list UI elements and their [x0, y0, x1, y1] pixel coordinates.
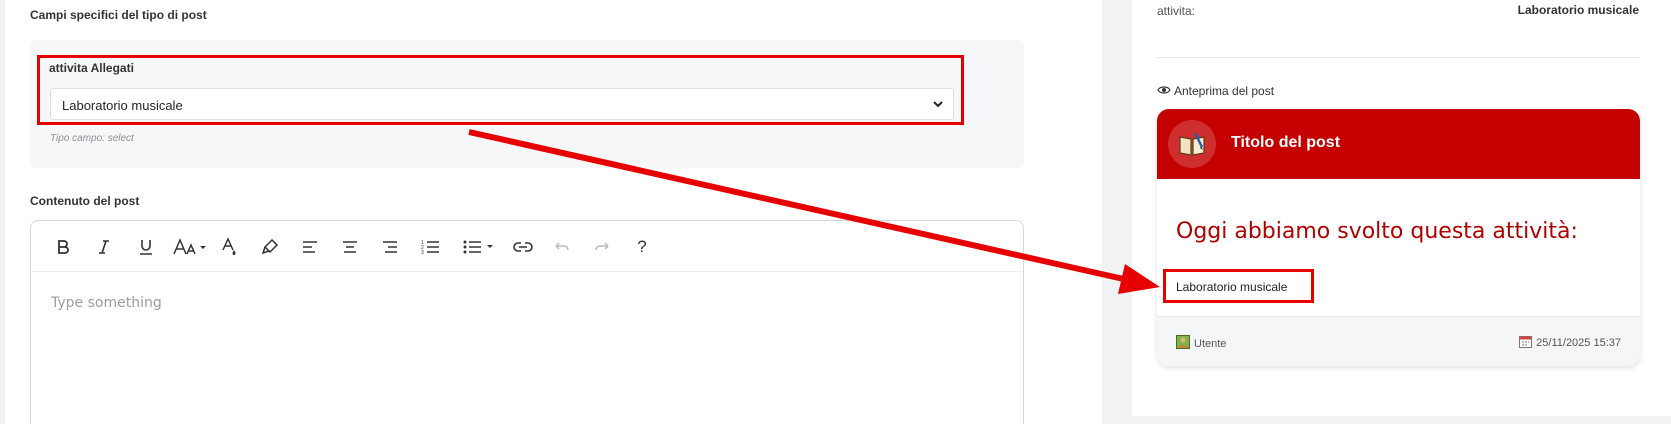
ordered-list-icon[interactable]: 123: [416, 233, 444, 261]
editor-placeholder[interactable]: Type something: [51, 295, 162, 311]
font-size-icon[interactable]: [171, 233, 211, 261]
info-value: Laboratorio musicale: [1517, 3, 1639, 17]
preview-label-text: Anteprima del post: [1174, 84, 1275, 98]
select-highlight-box: [37, 55, 964, 125]
help-icon[interactable]: ?: [628, 233, 656, 261]
align-left-icon[interactable]: [296, 233, 324, 261]
underline-icon[interactable]: [132, 233, 160, 261]
footer-user: Utente: [1176, 335, 1226, 352]
editor-toolbar: 123 ?: [31, 221, 1023, 272]
book-icon: [1168, 120, 1216, 168]
align-center-icon[interactable]: [336, 233, 364, 261]
footer-date: 25/11/2025 15:37: [1519, 335, 1621, 351]
card-heading: Oggi abbiamo svolto questa attività:: [1176, 219, 1578, 244]
card-header: Titolo del post: [1157, 109, 1640, 179]
align-right-icon[interactable]: [376, 233, 404, 261]
italic-icon[interactable]: [90, 233, 118, 261]
card-title: Titolo del post: [1231, 134, 1341, 151]
text-color-icon[interactable]: [216, 233, 244, 261]
eye-icon: [1157, 84, 1171, 98]
user-name: Utente: [1194, 337, 1227, 350]
card-footer: Utente 25/11/2025 15:37: [1157, 316, 1640, 366]
undo-icon[interactable]: [548, 233, 576, 261]
link-icon[interactable]: [509, 233, 537, 261]
unordered-list-icon[interactable]: [461, 233, 497, 261]
highlight-icon[interactable]: [256, 233, 284, 261]
output-highlight-box: [1163, 269, 1314, 303]
content-title: Contenuto del post: [30, 194, 140, 208]
rich-text-editor: 123 ? Type something: [30, 220, 1024, 424]
post-date: 25/11/2025 15:37: [1536, 337, 1621, 349]
section-title: Campi specifici del tipo di post: [30, 8, 207, 22]
user-icon: [1176, 335, 1190, 352]
divider: [1157, 57, 1640, 58]
redo-icon[interactable]: [588, 233, 616, 261]
calendar-icon: [1519, 335, 1533, 351]
post-preview-card: Titolo del post Oggi abbiamo svolto ques…: [1157, 109, 1640, 366]
preview-label: Anteprima del post: [1157, 84, 1274, 98]
bold-icon[interactable]: [49, 233, 77, 261]
svg-text:3: 3: [421, 250, 424, 256]
field-type-hint: Tipo campo: select: [50, 133, 134, 144]
info-label: attivita:: [1157, 4, 1196, 18]
